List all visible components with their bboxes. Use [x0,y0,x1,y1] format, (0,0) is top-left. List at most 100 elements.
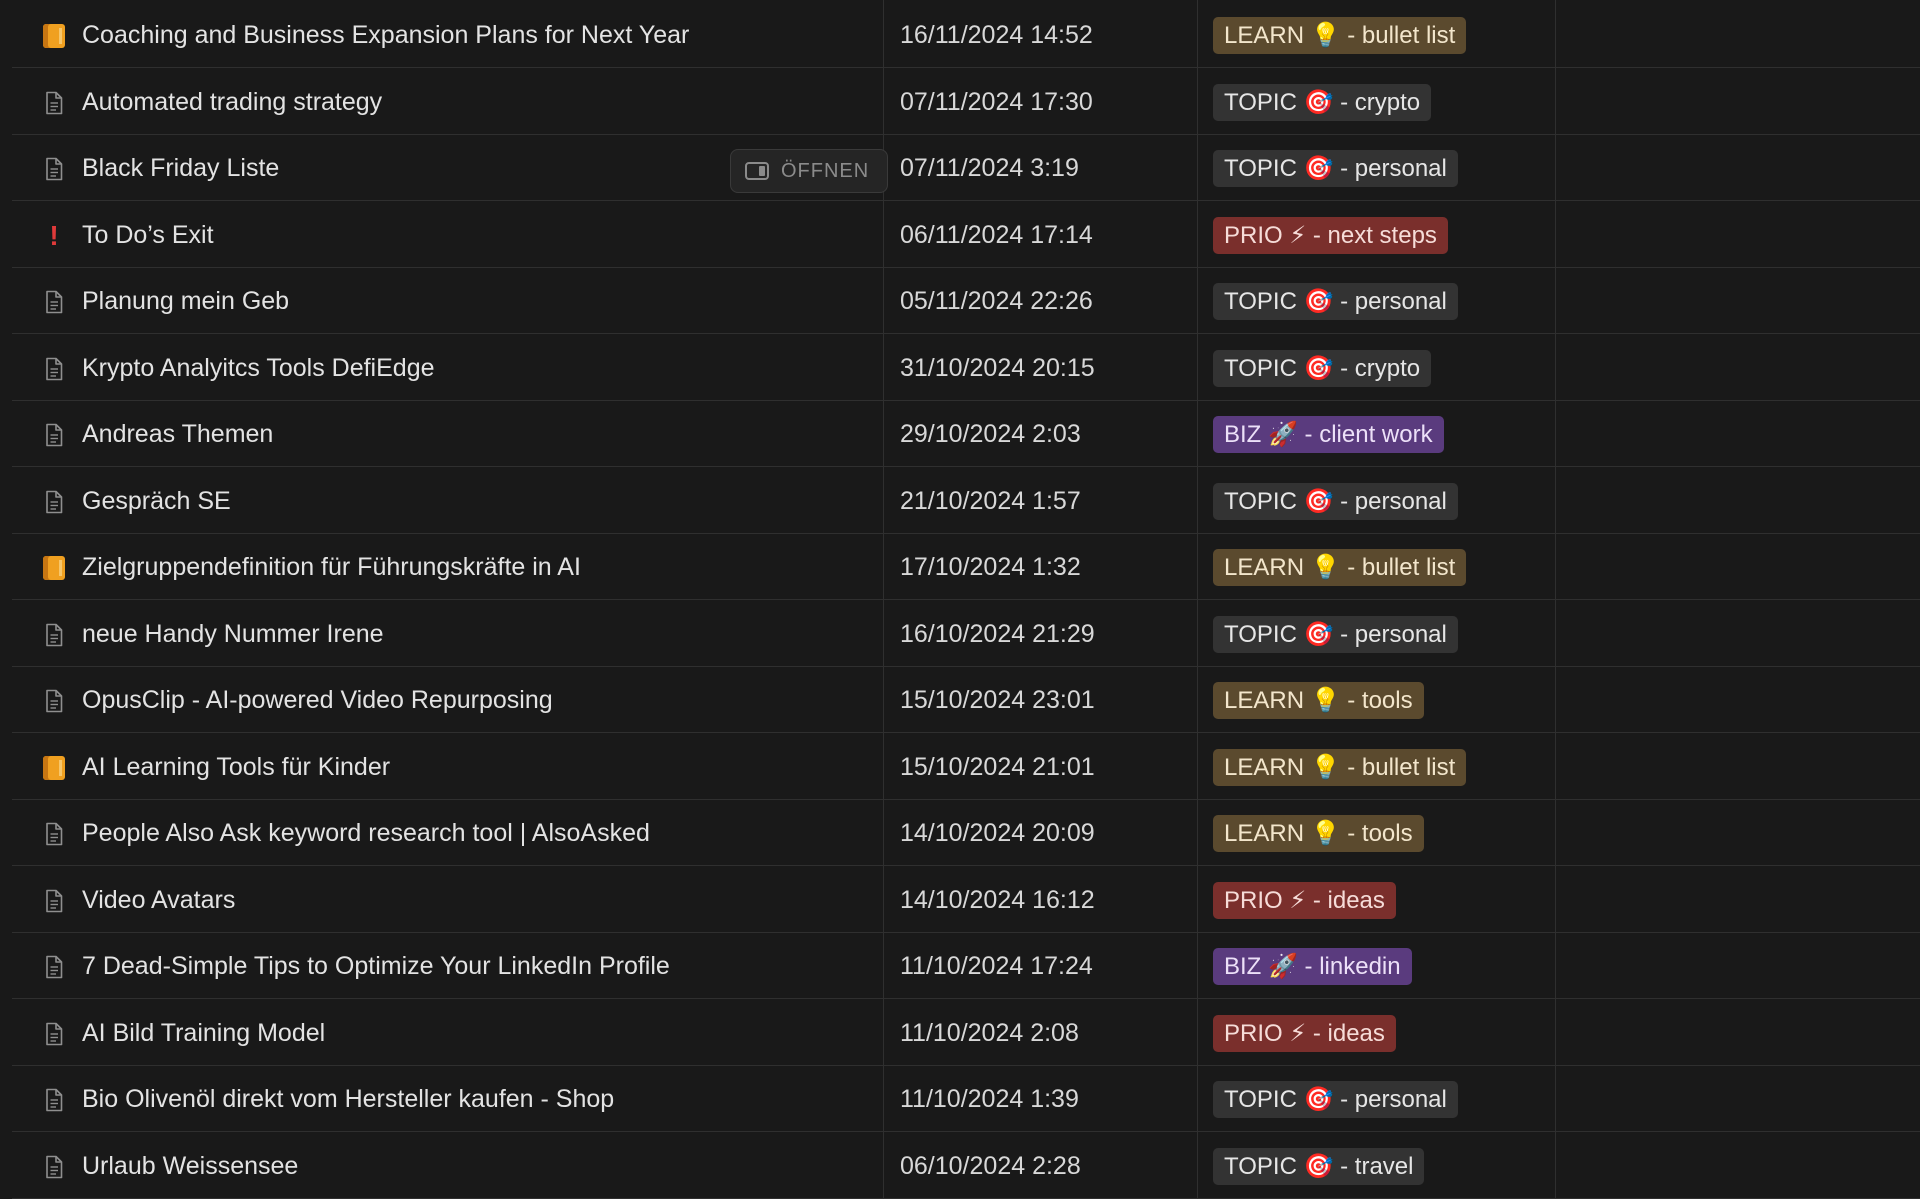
table-row[interactable]: Andreas Themen 29/10/2024 2:03 BIZ 🚀 - c… [0,401,1920,467]
exclamation-icon: ! [49,219,59,251]
category-tag[interactable]: TOPIC 🎯 - personal [1213,615,1458,653]
category-tag[interactable]: TOPIC 🎯 - personal [1213,150,1458,187]
created-date: 14/10/2024 16:12 [900,885,1095,914]
page-title[interactable]: Andreas Themen [82,401,273,467]
created-date: 21/10/2024 1:57 [900,486,1081,515]
page-icon [42,290,66,314]
category-tag[interactable]: LEARN 💡 - tools [1213,815,1424,852]
table-row[interactable]: 7 Dead-Simple Tips to Optimize Your Link… [0,933,1920,999]
created-date: 07/11/2024 3:19 [900,154,1079,182]
table-row[interactable]: Black Friday Liste ÖFFNEN 07/11/2024 3:1… [0,135,1920,201]
page-title[interactable]: Black Friday Liste [82,135,279,201]
name-cell[interactable]: Krypto Analyitcs Tools DefiEdge [12,335,882,401]
category-tag[interactable]: TOPIC 🎯 - crypto [1213,83,1432,121]
category-tag[interactable]: TOPIC 🎯 - travel [1213,1147,1425,1185]
page-icon [42,490,66,514]
table-row[interactable]: OpusClip - AI-powered Video Repurposing … [0,667,1920,733]
category-tag[interactable]: LEARN 💡 - bullet list [1213,549,1467,586]
category-tag[interactable]: LEARN 💡 - bullet list [1213,748,1467,786]
book-icon [42,24,66,48]
category-tag[interactable]: LEARN 💡 - tools [1213,682,1424,719]
open-page-label: ÖFFNEN [781,159,870,182]
category-tag[interactable]: PRIO ⚡ - ideas [1213,1014,1396,1052]
created-date: 06/10/2024 2:28 [900,1151,1081,1180]
name-cell[interactable]: Bio Olivenöl direkt vom Hersteller kaufe… [12,1066,882,1132]
category-tag[interactable]: TOPIC 🎯 - personal [1213,283,1458,320]
page-title[interactable]: Urlaub Weissensee [82,1133,298,1199]
name-cell[interactable]: Andreas Themen [12,401,882,467]
created-date: 15/10/2024 23:01 [900,686,1095,714]
name-cell[interactable]: OpusClip - AI-powered Video Repurposing [12,667,882,733]
page-icon [42,157,66,181]
created-date: 29/10/2024 2:03 [900,420,1081,448]
page-title[interactable]: Krypto Analyitcs Tools DefiEdge [82,335,435,401]
category-tag[interactable]: TOPIC 🎯 - personal [1213,482,1458,520]
table-row[interactable]: Planung mein Geb 05/11/2024 22:26 TOPIC … [0,268,1920,334]
table-row[interactable]: Zielgruppendefinition für Führungskräfte… [0,534,1920,600]
table-row[interactable]: Coaching and Business Expansion Plans fo… [0,2,1920,68]
table-row[interactable]: People Also Ask keyword research tool | … [0,800,1920,866]
page-icon [42,91,66,115]
created-date: 16/10/2024 21:29 [900,619,1095,648]
page-title[interactable]: People Also Ask keyword research tool | … [82,800,650,866]
table-row[interactable]: ! To Do’s Exit 06/11/2024 17:14 PRIO ⚡ -… [0,202,1920,268]
page-title[interactable]: Video Avatars [82,867,235,933]
category-tag[interactable]: PRIO ⚡ - ideas [1213,881,1396,919]
table-row[interactable]: Video Avatars 14/10/2024 16:12 PRIO ⚡ - … [0,867,1920,933]
created-date: 31/10/2024 20:15 [900,353,1095,382]
name-cell[interactable]: ! To Do’s Exit [12,202,882,268]
category-tag[interactable]: TOPIC 🎯 - crypto [1213,349,1432,387]
name-cell[interactable]: Coaching and Business Expansion Plans fo… [12,2,882,68]
name-cell[interactable]: Automated trading strategy [12,69,882,135]
page-title[interactable]: Bio Olivenöl direkt vom Hersteller kaufe… [82,1066,614,1132]
created-date: 11/10/2024 17:24 [900,952,1093,980]
created-date: 17/10/2024 1:32 [900,553,1081,581]
name-cell[interactable]: neue Handy Nummer Irene [12,601,882,667]
page-title[interactable]: Coaching and Business Expansion Plans fo… [82,2,689,68]
name-cell[interactable]: Planung mein Geb [12,268,882,334]
name-cell[interactable]: Gespräch SE [12,468,882,534]
table-row[interactable]: neue Handy Nummer Irene 16/10/2024 21:29… [0,601,1920,667]
table-row[interactable]: Urlaub Weissensee 06/10/2024 2:28 TOPIC … [0,1133,1920,1199]
name-cell[interactable]: Video Avatars [12,867,882,933]
table-row[interactable]: Bio Olivenöl direkt vom Hersteller kaufe… [0,1066,1920,1132]
table-row[interactable]: AI Learning Tools für Kinder 15/10/2024 … [0,734,1920,800]
table-row[interactable]: Gespräch SE 21/10/2024 1:57 TOPIC 🎯 - pe… [0,468,1920,534]
page-title[interactable]: AI Bild Training Model [82,1000,325,1066]
page-title[interactable]: Planung mein Geb [82,268,289,334]
side-peek-icon [745,162,769,180]
name-cell[interactable]: AI Learning Tools für Kinder [12,734,882,800]
page-icon [42,689,66,713]
name-cell[interactable]: People Also Ask keyword research tool | … [12,800,882,866]
table-row[interactable]: AI Bild Training Model 11/10/2024 2:08 P… [0,1000,1920,1066]
category-tag[interactable]: TOPIC 🎯 - personal [1213,1081,1458,1118]
name-cell[interactable]: AI Bild Training Model [12,1000,882,1066]
category-tag[interactable]: BIZ 🚀 - linkedin [1213,948,1412,985]
table-row[interactable]: Krypto Analyitcs Tools DefiEdge 31/10/20… [0,335,1920,401]
created-date: 07/11/2024 17:30 [900,87,1093,116]
name-cell[interactable]: Zielgruppendefinition für Führungskräfte… [12,534,882,600]
page-title[interactable]: Gespräch SE [82,468,231,534]
created-date: 11/10/2024 1:39 [900,1085,1079,1113]
page-icon [42,822,66,846]
created-date: 11/10/2024 2:08 [900,1018,1079,1047]
page-title[interactable]: To Do’s Exit [82,202,214,268]
book-icon [42,755,66,780]
category-tag[interactable]: BIZ 🚀 - client work [1213,416,1444,453]
page-title[interactable]: neue Handy Nummer Irene [82,601,384,667]
page-title[interactable]: AI Learning Tools für Kinder [82,734,390,800]
page-icon [42,1022,66,1046]
category-tag[interactable]: LEARN 💡 - bullet list [1213,17,1467,54]
name-cell[interactable]: 7 Dead-Simple Tips to Optimize Your Link… [12,933,882,999]
page-icon [42,1088,66,1112]
page-title[interactable]: OpusClip - AI-powered Video Repurposing [82,667,553,733]
page-title[interactable]: 7 Dead-Simple Tips to Optimize Your Link… [82,933,670,999]
table-row[interactable]: Automated trading strategy 07/11/2024 17… [0,69,1920,135]
open-page-button[interactable]: ÖFFNEN [730,149,888,193]
category-tag[interactable]: PRIO ⚡ - next steps [1213,216,1448,254]
page-title[interactable]: Zielgruppendefinition für Führungskräfte… [82,534,581,600]
name-cell[interactable]: Urlaub Weissensee [12,1133,882,1199]
name-cell[interactable]: Black Friday Liste ÖFFNEN [12,135,888,201]
created-date: 16/11/2024 14:52 [900,21,1093,49]
page-title[interactable]: Automated trading strategy [82,69,382,135]
